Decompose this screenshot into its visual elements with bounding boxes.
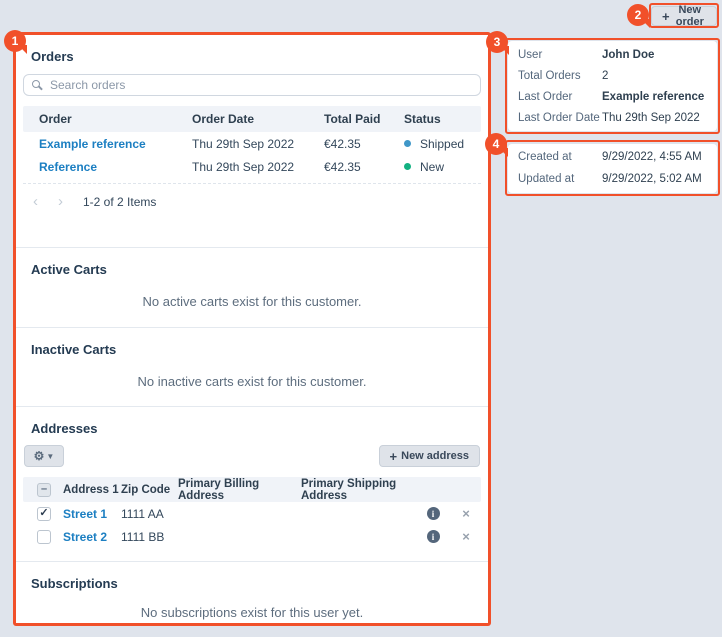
pagination-label: 1-2 of 2 Items bbox=[83, 195, 156, 209]
subscriptions-title: Subscriptions bbox=[31, 576, 473, 591]
col-status: Status bbox=[388, 112, 481, 126]
last-order-link[interactable]: Example reference bbox=[602, 91, 707, 103]
customer-detail-page: + New order Orders Order Order Date Tota… bbox=[0, 0, 722, 632]
chevron-down-icon: ▼ bbox=[46, 452, 54, 461]
zip-value: 1111 AA bbox=[121, 507, 178, 521]
subscriptions-section: Subscriptions No subscriptions exist for… bbox=[16, 561, 488, 637]
select-all-checkbox[interactable] bbox=[37, 483, 51, 497]
orders-section: Orders Order Order Date Total Paid Statu… bbox=[16, 49, 488, 247]
active-carts-empty-text: No active carts exist for this customer. bbox=[23, 294, 481, 309]
created-at-label: Created at bbox=[518, 151, 602, 163]
address-link[interactable]: Street 1 bbox=[63, 507, 107, 521]
active-carts-section: Active Carts No active carts exist for t… bbox=[16, 247, 488, 327]
order-link[interactable]: Reference bbox=[39, 160, 97, 174]
order-date: Thu 29th Sep 2022 bbox=[176, 137, 308, 151]
table-row: Example reference Thu 29th Sep 2022 €42.… bbox=[23, 132, 481, 155]
address-link[interactable]: Street 2 bbox=[63, 530, 107, 544]
addresses-title: Addresses bbox=[31, 421, 473, 436]
table-row: Reference Thu 29th Sep 2022 €42.35 New bbox=[23, 155, 481, 178]
order-total: €42.35 bbox=[308, 160, 388, 174]
delete-icon[interactable]: × bbox=[462, 507, 470, 520]
user-label: User bbox=[518, 49, 602, 61]
inactive-carts-section: Inactive Carts No inactive carts exist f… bbox=[16, 327, 488, 406]
last-order-date-label: Last Order Date bbox=[518, 112, 602, 124]
inactive-carts-title: Inactive Carts bbox=[31, 342, 473, 357]
status-dot bbox=[404, 140, 411, 147]
status-dot bbox=[404, 163, 411, 170]
orders-table-header: Order Order Date Total Paid Status bbox=[23, 106, 481, 132]
last-order-date-value: Thu 29th Sep 2022 bbox=[602, 112, 707, 124]
annotation-badge-1: 1 bbox=[4, 30, 26, 52]
order-link[interactable]: Example reference bbox=[39, 137, 146, 151]
plus-icon: + bbox=[662, 10, 670, 23]
annotation-badge-4: 4 bbox=[485, 133, 507, 155]
summary-row: User John Doe bbox=[518, 44, 707, 65]
col-primary-shipping: Primary Shipping Address bbox=[301, 478, 415, 502]
plus-icon: + bbox=[390, 450, 398, 463]
last-order-label: Last Order bbox=[518, 91, 602, 103]
chevron-right-icon[interactable]: › bbox=[58, 194, 63, 209]
annotation-badge-2: 2 bbox=[627, 4, 649, 26]
summary-row: Last Order Date Thu 29th Sep 2022 bbox=[518, 107, 707, 128]
customer-detail-card: Orders Order Order Date Total Paid Statu… bbox=[14, 33, 490, 625]
timestamps-card: Created at 9/29/2022, 4:55 AM Updated at… bbox=[508, 144, 717, 193]
summary-row: Last Order Example reference bbox=[518, 86, 707, 107]
status-label: Shipped bbox=[420, 137, 464, 151]
col-order-date: Order Date bbox=[176, 112, 308, 126]
addresses-table-header: Address 1 Zip Code Primary Billing Addre… bbox=[23, 477, 481, 502]
col-primary-billing: Primary Billing Address bbox=[178, 478, 301, 502]
info-icon[interactable]: i bbox=[427, 507, 440, 520]
row-checkbox[interactable] bbox=[37, 530, 51, 544]
created-at-value: 9/29/2022, 4:55 AM bbox=[602, 151, 707, 163]
divider bbox=[23, 183, 481, 184]
chevron-left-icon[interactable]: ‹ bbox=[33, 194, 38, 209]
info-icon[interactable]: i bbox=[427, 530, 440, 543]
order-summary-card: User John Doe Total Orders 2 Last Order … bbox=[508, 41, 717, 131]
order-total: €42.35 bbox=[308, 137, 388, 151]
active-carts-title: Active Carts bbox=[31, 262, 473, 277]
orders-search-input[interactable] bbox=[23, 74, 481, 96]
col-total-paid: Total Paid bbox=[308, 112, 388, 126]
new-order-label: New order bbox=[674, 4, 706, 28]
table-row: Street 2 1111 BB i × bbox=[23, 525, 481, 548]
orders-search bbox=[23, 74, 481, 96]
subscriptions-empty-text: No subscriptions exist for this user yet… bbox=[23, 605, 481, 620]
new-address-label: New address bbox=[401, 450, 469, 462]
new-order-button[interactable]: + New order bbox=[651, 6, 717, 26]
col-address1: Address 1 bbox=[63, 484, 121, 496]
addresses-section: Addresses ⚙ ▼ + New address Address 1 Zi… bbox=[16, 406, 488, 561]
delete-icon[interactable]: × bbox=[462, 530, 470, 543]
updated-at-value: 9/29/2022, 5:02 AM bbox=[602, 173, 707, 185]
order-date: Thu 29th Sep 2022 bbox=[176, 160, 308, 174]
col-zip: Zip Code bbox=[121, 484, 178, 496]
addresses-settings-button[interactable]: ⚙ ▼ bbox=[24, 445, 64, 467]
orders-table: Order Order Date Total Paid Status Examp… bbox=[23, 106, 481, 178]
zip-value: 1111 BB bbox=[121, 530, 178, 544]
meta-row: Created at 9/29/2022, 4:55 AM bbox=[518, 146, 707, 168]
updated-at-label: Updated at bbox=[518, 173, 602, 185]
orders-pagination: ‹ › 1-2 of 2 Items bbox=[33, 194, 481, 209]
summary-row: Total Orders 2 bbox=[518, 65, 707, 86]
annotation-badge-3: 3 bbox=[486, 31, 508, 53]
addresses-table: Address 1 Zip Code Primary Billing Addre… bbox=[23, 477, 481, 548]
total-orders-label: Total Orders bbox=[518, 70, 602, 82]
gear-icon: ⚙ bbox=[34, 450, 45, 462]
user-link[interactable]: John Doe bbox=[602, 49, 707, 61]
meta-row: Updated at 9/29/2022, 5:02 AM bbox=[518, 168, 707, 190]
addresses-toolbar: ⚙ ▼ + New address bbox=[24, 445, 480, 467]
orders-title: Orders bbox=[31, 49, 473, 64]
total-orders-value: 2 bbox=[602, 70, 707, 82]
status-label: New bbox=[420, 160, 444, 174]
new-address-button[interactable]: + New address bbox=[379, 445, 480, 467]
table-row: Street 1 1111 AA i × bbox=[23, 502, 481, 525]
inactive-carts-empty-text: No inactive carts exist for this custome… bbox=[23, 374, 481, 389]
col-order: Order bbox=[23, 112, 176, 126]
row-checkbox[interactable] bbox=[37, 507, 51, 521]
search-icon bbox=[32, 80, 40, 88]
